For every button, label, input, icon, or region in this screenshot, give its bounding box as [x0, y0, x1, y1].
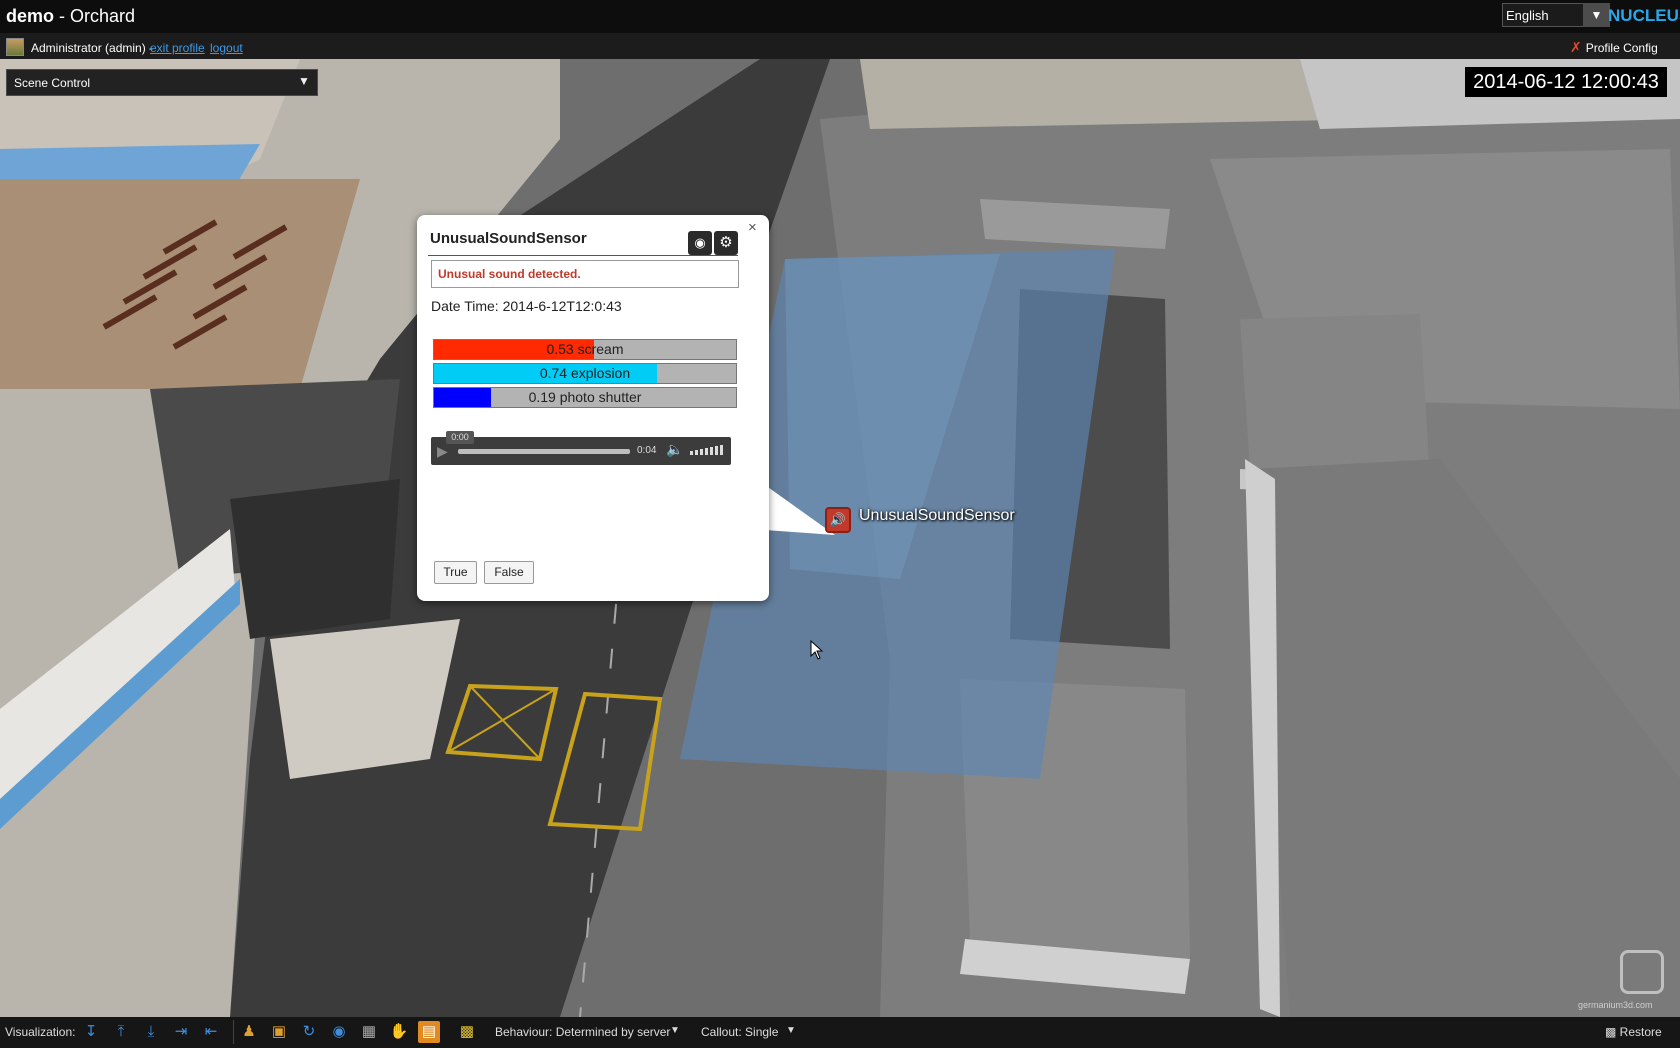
scene-clock: 2014-06-12 12:00:43	[1465, 67, 1667, 97]
chevron-down-icon[interactable]: ▼	[1583, 3, 1610, 27]
bar-label: 0.19 photo shutter	[528, 389, 642, 405]
divider	[428, 255, 738, 256]
logout-link[interactable]: logout	[210, 41, 243, 55]
window-title: demo - Orchard	[6, 6, 136, 26]
chevron-down-icon: ▼	[786, 1025, 796, 1036]
volume-icon[interactable]: 🔈	[666, 441, 683, 458]
language-value: English	[1506, 8, 1549, 23]
divider	[233, 1020, 234, 1044]
true-button[interactable]: True	[434, 561, 477, 584]
globe-icon[interactable]: ◉	[328, 1021, 350, 1043]
close-icon[interactable]: ×	[748, 219, 757, 236]
volume-slider[interactable]	[690, 445, 723, 455]
profile-config-button[interactable]: ✗ Profile Config	[1570, 39, 1658, 56]
person-icon[interactable]: ♟	[238, 1021, 260, 1043]
title-bar	[0, 0, 1680, 33]
audio-current-time: 0:00	[446, 431, 474, 444]
grid-icon[interactable]: ▦	[358, 1021, 380, 1043]
move-top-icon[interactable]: ⤒	[110, 1021, 132, 1043]
clipboard-icon[interactable]: ▤	[418, 1021, 440, 1043]
gear-icon[interactable]: ⚙	[714, 231, 738, 255]
tools-icon: ✗	[1570, 39, 1582, 55]
move-right-icon[interactable]: ⇥	[170, 1021, 192, 1043]
exit-profile-link[interactable]: exit profile	[150, 41, 205, 55]
profile-bar	[0, 33, 1680, 59]
speaker-icon[interactable]: 🔊	[825, 507, 851, 533]
watermark-logo	[1620, 950, 1664, 994]
mouse-cursor-icon	[810, 640, 824, 660]
event-datetime: Date Time: 2014-6-12T12:0:43	[431, 298, 622, 314]
rotate-icon[interactable]: ↻	[298, 1021, 320, 1043]
brand-logo: NUCLEUS	[1608, 6, 1680, 25]
eye-icon[interactable]: ◉	[688, 231, 712, 255]
image-icon[interactable]: ▩	[456, 1021, 478, 1043]
audio-progress-slider[interactable]	[458, 449, 630, 454]
app-name: demo	[6, 6, 55, 26]
restore-label: Restore	[1619, 1025, 1662, 1039]
restore-button[interactable]: ▩ Restore	[1605, 1025, 1662, 1039]
user-label: Administrator (admin) -	[31, 41, 154, 55]
false-button[interactable]: False	[484, 561, 534, 584]
popup-title: UnusualSoundSensor	[430, 230, 587, 247]
behaviour-dropdown[interactable]: Behaviour: Determined by server	[495, 1025, 670, 1039]
sensor-marker-label[interactable]: UnusualSoundSensor	[859, 507, 1015, 525]
avatar	[6, 38, 24, 56]
alert-message: Unusual sound detected.	[438, 267, 581, 281]
move-bottom-icon[interactable]: ⤓	[140, 1021, 162, 1043]
hand-icon[interactable]: ✋	[388, 1021, 410, 1043]
watermark-text: germanium3d.com	[1578, 1000, 1653, 1010]
classification-bar-photo-shutter: 0.19 photo shutter	[433, 387, 737, 408]
window-icon: ▩	[1605, 1025, 1620, 1039]
profile-config-label: Profile Config	[1585, 41, 1658, 55]
visualization-label: Visualization:	[5, 1025, 76, 1039]
play-icon[interactable]: ▶	[437, 443, 448, 460]
bar-label: 0.74 explosion	[539, 365, 631, 381]
chevron-down-icon: ▼	[670, 1025, 680, 1036]
move-down-icon[interactable]: ↧	[80, 1021, 102, 1043]
project-name: Orchard	[70, 6, 136, 26]
chevron-down-icon: ▼	[298, 74, 310, 88]
classification-bar-explosion: 0.74 explosion	[433, 363, 737, 384]
bar-label: 0.53 scream	[546, 341, 624, 357]
callout-dropdown[interactable]: Callout: Single	[701, 1025, 778, 1039]
classification-bar-scream: 0.53 scream	[433, 339, 737, 360]
move-left-icon[interactable]: ⇤	[200, 1021, 222, 1043]
scene-control-label: Scene Control	[14, 76, 91, 90]
audio-duration: 0:04	[637, 445, 657, 456]
folder-icon[interactable]: ▣	[268, 1021, 290, 1043]
